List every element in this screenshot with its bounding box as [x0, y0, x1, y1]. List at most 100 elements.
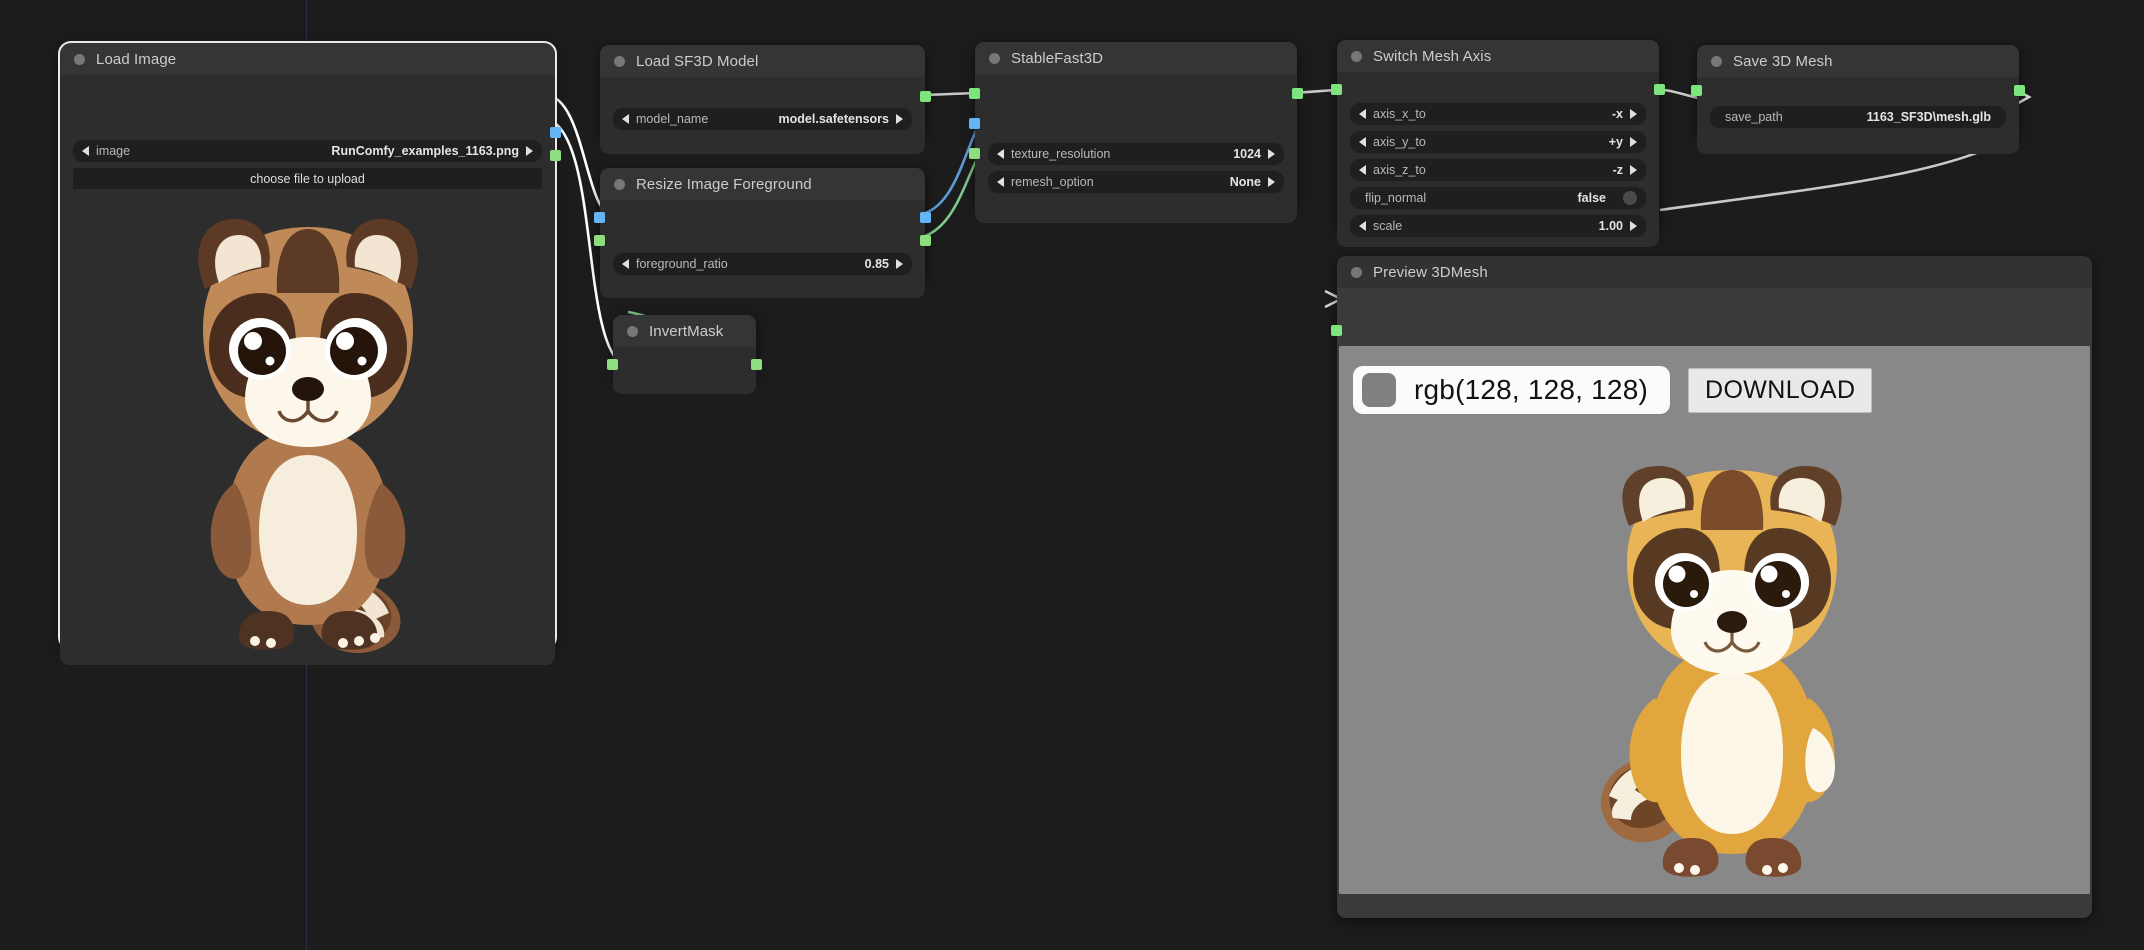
- widget-image[interactable]: image RunComfy_examples_1163.png: [72, 139, 543, 163]
- widget-next-arrow-icon[interactable]: [1268, 149, 1275, 159]
- node-title-resize-image-foreground: Resize Image Foreground: [636, 176, 812, 193]
- widget-label-flip-normal: flip_normal: [1359, 191, 1426, 205]
- color-swatch-icon[interactable]: [1362, 373, 1396, 407]
- node-load-image[interactable]: Load Image image RunComfy_examples_1163.…: [60, 43, 555, 648]
- node-graph-canvas[interactable]: Load Image image RunComfy_examples_1163.…: [0, 0, 2144, 950]
- node-invertmask[interactable]: InvertMask: [613, 315, 756, 377]
- port-in-mesh[interactable]: [1331, 84, 1342, 95]
- node-title-bar-switch-mesh-axis[interactable]: Switch Mesh Axis: [1337, 40, 1659, 72]
- port-out-mesh[interactable]: [1654, 84, 1665, 95]
- node-resize-image-foreground[interactable]: Resize Image Foreground foreground_ratio…: [600, 168, 925, 281]
- widget-next-arrow-icon[interactable]: [1630, 165, 1637, 175]
- port-out-mask[interactable]: [751, 359, 762, 370]
- widget-axis-y-to[interactable]: axis_y_to +y: [1349, 130, 1647, 154]
- widget-label-axis-x-to: axis_x_to: [1373, 107, 1426, 121]
- node-title-bar-stablefast3d[interactable]: StableFast3D: [975, 42, 1297, 74]
- widget-next-arrow-icon[interactable]: [526, 146, 533, 156]
- port-out-image[interactable]: [550, 127, 561, 138]
- collapse-dot-icon[interactable]: [1351, 51, 1362, 62]
- mesh-viewer-3d[interactable]: rgb(128, 128, 128) DOWNLOAD: [1339, 346, 2090, 894]
- widget-prev-arrow-icon[interactable]: [82, 146, 89, 156]
- node-title-bar-preview-3dmesh[interactable]: Preview 3DMesh: [1337, 256, 2092, 288]
- download-button[interactable]: DOWNLOAD: [1688, 368, 1872, 413]
- port-out-sf3d-model[interactable]: [920, 91, 931, 102]
- widget-prev-arrow-icon[interactable]: [1359, 221, 1366, 231]
- port-in-image[interactable]: [594, 212, 605, 223]
- widget-texture-resolution[interactable]: texture_resolution 1024: [987, 142, 1285, 166]
- port-out-image[interactable]: [920, 212, 931, 223]
- port-in-image[interactable]: [969, 118, 980, 129]
- node-title-bar-resize-image-foreground[interactable]: Resize Image Foreground: [600, 168, 925, 200]
- node-title-load-sf3d-model: Load SF3D Model: [636, 53, 758, 70]
- image-preview-load-image[interactable]: [72, 197, 543, 657]
- widget-label-texture-resolution: texture_resolution: [1011, 147, 1110, 161]
- collapse-dot-icon[interactable]: [74, 54, 85, 65]
- widget-prev-arrow-icon[interactable]: [622, 259, 629, 269]
- collapse-dot-icon[interactable]: [614, 179, 625, 190]
- widget-prev-arrow-icon[interactable]: [1359, 165, 1366, 175]
- node-switch-mesh-axis[interactable]: Switch Mesh Axis axis_x_to -x axis_y_to …: [1337, 40, 1659, 230]
- port-in-mesh[interactable]: [1691, 85, 1702, 96]
- widget-value-image: RunComfy_examples_1163.png: [331, 144, 519, 158]
- node-title-bar-load-sf3d-model[interactable]: Load SF3D Model: [600, 45, 925, 77]
- node-load-sf3d-model[interactable]: Load SF3D Model model_name model.safeten…: [600, 45, 925, 137]
- widget-next-arrow-icon[interactable]: [896, 114, 903, 124]
- upload-image-button[interactable]: choose file to upload: [72, 167, 543, 190]
- collapse-dot-icon[interactable]: [614, 56, 625, 67]
- widget-value-axis-y-to: +y: [1609, 135, 1623, 149]
- widget-prev-arrow-icon[interactable]: [1359, 137, 1366, 147]
- widget-label-image: image: [96, 144, 130, 158]
- widget-next-arrow-icon[interactable]: [1268, 177, 1275, 187]
- node-title-bar-load-image[interactable]: Load Image: [60, 43, 555, 75]
- widget-prev-arrow-icon[interactable]: [997, 177, 1004, 187]
- node-title-bar-invertmask[interactable]: InvertMask: [613, 315, 756, 347]
- viewer-toolbar: rgb(128, 128, 128) DOWNLOAD: [1353, 366, 1872, 414]
- widget-remesh-option[interactable]: remesh_option None: [987, 170, 1285, 194]
- port-out-mesh[interactable]: [1292, 88, 1303, 99]
- port-in-mask[interactable]: [969, 148, 980, 159]
- widget-value-foreground-ratio: 0.85: [865, 257, 889, 271]
- widget-model-name[interactable]: model_name model.safetensors: [612, 107, 913, 131]
- collapse-dot-icon[interactable]: [989, 53, 1000, 64]
- widget-prev-arrow-icon[interactable]: [997, 149, 1004, 159]
- node-save-3d-mesh[interactable]: Save 3D Mesh save_path 1163_SF3D\mesh.gl…: [1697, 45, 2019, 137]
- background-color-picker[interactable]: rgb(128, 128, 128): [1353, 366, 1670, 414]
- port-out-mask[interactable]: [550, 150, 561, 161]
- background-color-value: rgb(128, 128, 128): [1414, 374, 1648, 406]
- port-in-mask[interactable]: [594, 235, 605, 246]
- port-out-mesh[interactable]: [2014, 85, 2025, 96]
- widget-foreground-ratio[interactable]: foreground_ratio 0.85: [612, 252, 913, 276]
- node-title-stablefast3d: StableFast3D: [1011, 50, 1103, 67]
- port-in-mesh[interactable]: [1331, 325, 1342, 336]
- widget-value-remesh-option: None: [1230, 175, 1261, 189]
- port-in-mask[interactable]: [607, 359, 618, 370]
- widget-value-flip-normal: false: [1578, 191, 1609, 205]
- widget-next-arrow-icon[interactable]: [1630, 221, 1637, 231]
- widget-next-arrow-icon[interactable]: [1630, 109, 1637, 119]
- widget-value-save-path: 1163_SF3D\mesh.glb: [1867, 110, 1997, 124]
- node-title-bar-save-3d-mesh[interactable]: Save 3D Mesh: [1697, 45, 2019, 77]
- collapse-dot-icon[interactable]: [627, 326, 638, 337]
- widget-flip-normal[interactable]: flip_normal false: [1349, 186, 1647, 210]
- widget-axis-z-to[interactable]: axis_z_to -z: [1349, 158, 1647, 182]
- port-in-sf3d-model[interactable]: [969, 88, 980, 99]
- node-stablefast3d[interactable]: StableFast3D texture_resolution 1024 rem…: [975, 42, 1297, 206]
- widget-prev-arrow-icon[interactable]: [622, 114, 629, 124]
- widget-prev-arrow-icon[interactable]: [1359, 109, 1366, 119]
- widget-label-save-path: save_path: [1719, 110, 1783, 124]
- flip-normal-toggle[interactable]: [1623, 191, 1637, 205]
- collapse-dot-icon[interactable]: [1711, 56, 1722, 67]
- widget-value-model-name: model.safetensors: [779, 112, 889, 126]
- collapse-dot-icon[interactable]: [1351, 267, 1362, 278]
- node-title-invertmask: InvertMask: [649, 323, 723, 340]
- widget-scale[interactable]: scale 1.00: [1349, 214, 1647, 238]
- widget-value-scale: 1.00: [1599, 219, 1623, 233]
- widget-next-arrow-icon[interactable]: [1630, 137, 1637, 147]
- port-out-mask[interactable]: [920, 235, 931, 246]
- node-preview-3dmesh[interactable]: Preview 3DMesh rgb(128, 128, 128) DOWNLO…: [1337, 256, 2092, 918]
- node-title-preview-3dmesh: Preview 3DMesh: [1373, 264, 1488, 281]
- widget-next-arrow-icon[interactable]: [896, 259, 903, 269]
- widget-axis-x-to[interactable]: axis_x_to -x: [1349, 102, 1647, 126]
- widget-label-remesh-option: remesh_option: [1011, 175, 1094, 189]
- widget-save-path[interactable]: save_path 1163_SF3D\mesh.glb: [1709, 105, 2007, 129]
